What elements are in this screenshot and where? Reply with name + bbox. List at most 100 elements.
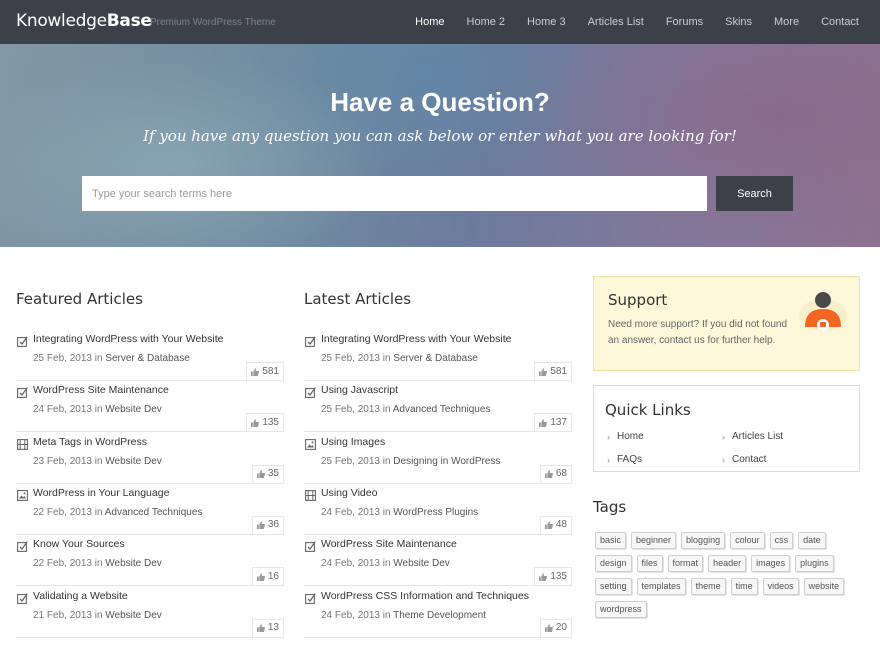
nav-home-2[interactable]: Home 2: [457, 0, 516, 44]
hero-banner: Have a Question? If you have any questio…: [0, 44, 880, 247]
quick-link-home[interactable]: › Home: [607, 431, 644, 442]
like-count-badge: 35: [251, 464, 284, 483]
like-count: 36: [267, 519, 279, 531]
article-category-link[interactable]: Website Dev: [105, 404, 162, 415]
article-category-link[interactable]: Website Dev: [393, 558, 450, 569]
article-title-link[interactable]: Integrating WordPress with Your Website: [321, 333, 511, 345]
article-title-link[interactable]: Using Video: [321, 487, 377, 499]
tag-templates[interactable]: templates: [636, 578, 686, 595]
article-title-link[interactable]: Integrating WordPress with Your Website: [33, 333, 223, 345]
article-category-link[interactable]: Website Dev: [105, 610, 162, 621]
article-meta-in: in: [382, 455, 391, 467]
article-date: 25 Feb, 2013: [321, 455, 380, 467]
article-category-link[interactable]: Theme Development: [393, 610, 486, 621]
article-item: WordPress CSS Information and Techniques…: [304, 587, 572, 638]
tag-css[interactable]: css: [769, 532, 794, 549]
search-input[interactable]: [82, 176, 707, 211]
article-item: Know Your Sources 22 Feb, 2013 in Website…: [16, 535, 284, 587]
quick-links-box: Quick Links › Home › Articles List › FAQs ›…: [593, 385, 860, 472]
nav-articles-list[interactable]: Articles List: [578, 0, 654, 44]
article-category-link[interactable]: Server & Database: [105, 353, 190, 364]
thumbs-up-icon: [256, 470, 265, 479]
edit-icon: [305, 334, 316, 347]
tag-beginner[interactable]: beginner: [631, 532, 677, 549]
article-title-link[interactable]: Using Javascript: [321, 384, 398, 396]
tag-design[interactable]: design: [595, 555, 632, 572]
like-count: 48: [555, 519, 567, 531]
chevron-right-icon: ›: [607, 431, 610, 442]
tag-theme[interactable]: theme: [690, 578, 726, 595]
tag-basic[interactable]: basic: [595, 532, 627, 549]
tag-colour[interactable]: colour: [730, 532, 765, 549]
like-count: 35: [267, 468, 279, 480]
article-category-link[interactable]: Advanced Techniques: [393, 404, 491, 415]
like-count: 581: [262, 365, 279, 377]
tag-videos[interactable]: videos: [762, 578, 799, 595]
site-logo[interactable]: KnowledgeBase: [16, 11, 152, 31]
support-person-icon: [799, 292, 847, 331]
nav-home[interactable]: Home: [405, 0, 454, 44]
nav-more[interactable]: More: [764, 0, 809, 44]
tag-date[interactable]: date: [798, 532, 826, 549]
article-title-link[interactable]: WordPress Site Maintenance: [321, 538, 457, 550]
support-text: Need more support? If you did not found …: [608, 319, 788, 346]
article-title-link[interactable]: WordPress in Your Language: [33, 487, 169, 499]
like-count: 137: [550, 416, 567, 428]
thumbs-up-icon: [539, 419, 548, 427]
edit-icon: [17, 539, 28, 553]
search-button[interactable]: Search: [716, 176, 793, 211]
tag-blogging[interactable]: blogging: [681, 532, 726, 549]
article-category-link[interactable]: Advanced Techniques: [105, 507, 203, 518]
tag-plugins[interactable]: plugins: [795, 555, 834, 572]
article-title-link[interactable]: WordPress Site Maintenance: [33, 384, 169, 396]
tag-images[interactable]: images: [751, 555, 791, 572]
article-title-link[interactable]: Using Images: [321, 436, 385, 448]
article-category-link[interactable]: WordPress Plugins: [393, 507, 478, 518]
thumbs-up-icon: [544, 624, 553, 632]
article-meta-in: in: [382, 609, 391, 621]
article-date: 22 Feb, 2013: [33, 506, 92, 518]
quick-link-contact[interactable]: › Contact: [722, 454, 766, 465]
article-title-link[interactable]: Know Your Sources: [33, 538, 125, 550]
article-title-link[interactable]: Meta Tags in WordPress: [33, 436, 147, 448]
nav-forums[interactable]: Forums: [656, 0, 713, 44]
article-meta: 25 Feb, 2013 in Server & Database: [321, 353, 478, 364]
article-meta: 24 Feb, 2013 in WordPress Plugins: [321, 507, 478, 518]
article-title-link[interactable]: WordPress CSS Information and Techniques: [321, 590, 529, 602]
quick-link-articles-list[interactable]: › Articles List: [722, 431, 783, 442]
nav-skins[interactable]: Skins: [715, 0, 762, 44]
like-count-badge: 137: [534, 413, 572, 432]
support-title: Support: [608, 291, 668, 309]
article-meta-in: in: [94, 609, 103, 621]
edit-icon: [17, 385, 28, 399]
tag-format[interactable]: format: [667, 555, 704, 572]
tag-files[interactable]: files: [636, 555, 663, 572]
article-meta: 22 Feb, 2013 in Website Dev: [33, 558, 162, 569]
tag-time[interactable]: time: [730, 578, 758, 595]
tag-setting[interactable]: setting: [595, 578, 632, 595]
tag-header[interactable]: header: [708, 555, 747, 572]
article-title-link[interactable]: Validating a Website: [33, 590, 128, 602]
article-meta: 25 Feb, 2013 in Designing in WordPress: [321, 456, 500, 467]
nav-contact[interactable]: Contact: [811, 0, 879, 44]
thumbs-up-icon: [251, 367, 260, 376]
article-date: 24 Feb, 2013: [321, 609, 380, 621]
quick-link-faqs[interactable]: › FAQs: [607, 454, 642, 465]
article-category-link[interactable]: Website Dev: [105, 558, 162, 569]
nav-home-3[interactable]: Home 3: [517, 0, 576, 44]
article-item: Using Video 24 Feb, 2013 in WordPress Plu…: [304, 484, 572, 535]
tag-website[interactable]: website: [803, 578, 845, 595]
like-count-badge: 36: [251, 515, 284, 534]
article-date: 24 Feb, 2013: [321, 506, 380, 518]
tag-wordpress[interactable]: wordpress: [595, 601, 647, 618]
article-date: 22 Feb, 2013: [33, 558, 92, 570]
logo-text-bold: Base: [106, 11, 152, 31]
thumbs-up-icon: [256, 521, 265, 530]
article-category-link[interactable]: Designing in WordPress: [393, 456, 500, 467]
article-meta-in: in: [94, 404, 103, 416]
chevron-right-icon: ›: [722, 431, 725, 442]
article-category-link[interactable]: Website Dev: [105, 456, 162, 467]
featured-articles-title: Featured Articles: [16, 290, 143, 308]
article-category-link[interactable]: Server & Database: [393, 353, 478, 364]
article-item: Integrating WordPress with Your Website 2…: [16, 330, 284, 381]
